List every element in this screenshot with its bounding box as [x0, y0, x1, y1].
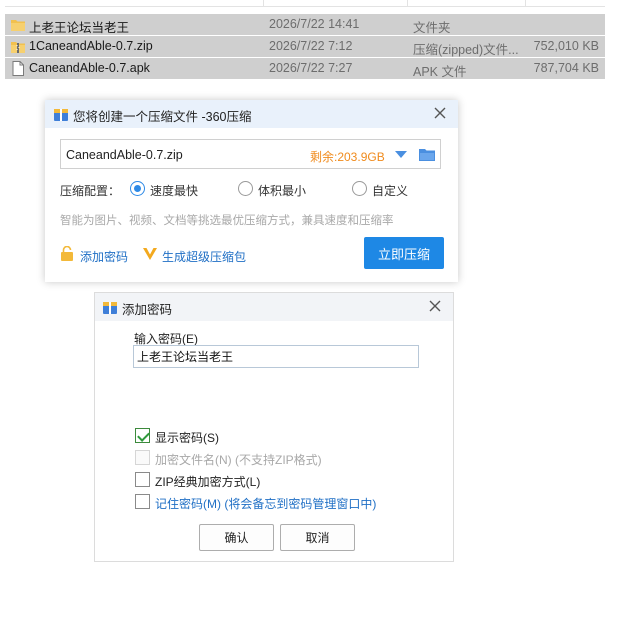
close-icon[interactable] [427, 298, 443, 314]
add-password-dialog: 添加密码 输入密码(E) 显示密码(S) 加密文件名(N) (不支持ZIP格式)… [94, 292, 454, 562]
file-row-apk[interactable]: CaneandAble-0.7.apk 2026/7/22 7:27 APK 文… [5, 58, 605, 79]
file-size: 752,010 KB [533, 39, 599, 53]
file-name: CaneandAble-0.7.apk [29, 61, 150, 75]
file-size: 787,704 KB [533, 61, 599, 75]
lock-icon [61, 246, 73, 261]
checkbox-label: ZIP经典加密方式(L) [155, 475, 261, 489]
file-row-zip[interactable]: 1CaneandAble-0.7.zip 2026/7/22 7:12 压缩(z… [5, 36, 605, 57]
file-date: 2026/7/22 14:41 [269, 17, 360, 31]
chevron-down-icon[interactable] [395, 151, 407, 159]
file-date: 2026/7/22 7:27 [269, 61, 353, 75]
checkbox-label: 加密文件名(N) (不支持ZIP格式) [155, 453, 322, 467]
file-type: APK 文件 [413, 65, 467, 79]
compress-dialog: 您将创建一个压缩文件 -360压缩 CaneandAble-0.7.zip 剩余… [45, 100, 458, 282]
free-space-label: 剩余:203.9GB [310, 150, 385, 164]
cancel-button[interactable]: 取消 [280, 524, 355, 551]
archive-filename[interactable]: CaneandAble-0.7.zip [66, 148, 183, 162]
document-icon [12, 61, 24, 76]
file-name: 1CaneandAble-0.7.zip [29, 39, 153, 53]
password-dialog-title: 添加密码 [122, 303, 173, 317]
column-header-strip [5, 0, 605, 7]
radio-label: 自定义 [372, 184, 409, 198]
file-type: 压缩(zipped)文件... [413, 43, 519, 57]
compress-config-label: 压缩配置： [60, 184, 121, 198]
password-dialog-titlebar[interactable]: 添加密码 [95, 293, 453, 321]
browse-folder-icon[interactable] [419, 147, 435, 161]
compress-dialog-title: 您将创建一个压缩文件 -360压缩 [73, 110, 252, 124]
checkbox-label: 显示密码(S) [155, 431, 219, 445]
archive-path-field[interactable]: CaneandAble-0.7.zip 剩余:203.9GB [60, 139, 441, 169]
archive-app-icon [54, 109, 68, 121]
file-type: 文件夹 [413, 21, 451, 35]
file-list: 上老王论坛当老王 2026/7/22 14:41 文件夹 1CaneandAbl… [0, 0, 640, 82]
compress-hint: 智能为图片、视频、文档等挑选最优压缩方式，兼具速度和压缩率 [60, 215, 394, 227]
file-name: 上老王论坛当老王 [29, 21, 130, 35]
zip-folder-icon [11, 42, 25, 53]
confirm-button[interactable]: 确认 [199, 524, 274, 551]
vip-v-icon [143, 248, 157, 260]
archive-app-icon [103, 302, 117, 314]
compress-dialog-titlebar[interactable]: 您将创建一个压缩文件 -360压缩 [45, 100, 458, 128]
compress-now-button[interactable]: 立即压缩 [364, 237, 444, 269]
compress-config-row: 压缩配置： 速度最快 体积最小 自定义 [60, 180, 440, 198]
password-input[interactable] [133, 345, 419, 368]
checkbox-label: 记住密码(M) (将会备忘到密码管理窗口中) [155, 497, 377, 511]
radio-label: 速度最快 [150, 184, 199, 198]
radio-label: 体积最小 [258, 184, 307, 198]
file-date: 2026/7/22 7:12 [269, 39, 353, 53]
folder-icon [11, 20, 25, 31]
file-row-folder[interactable]: 上老王论坛当老王 2026/7/22 14:41 文件夹 [5, 14, 605, 35]
close-icon[interactable] [432, 105, 448, 121]
